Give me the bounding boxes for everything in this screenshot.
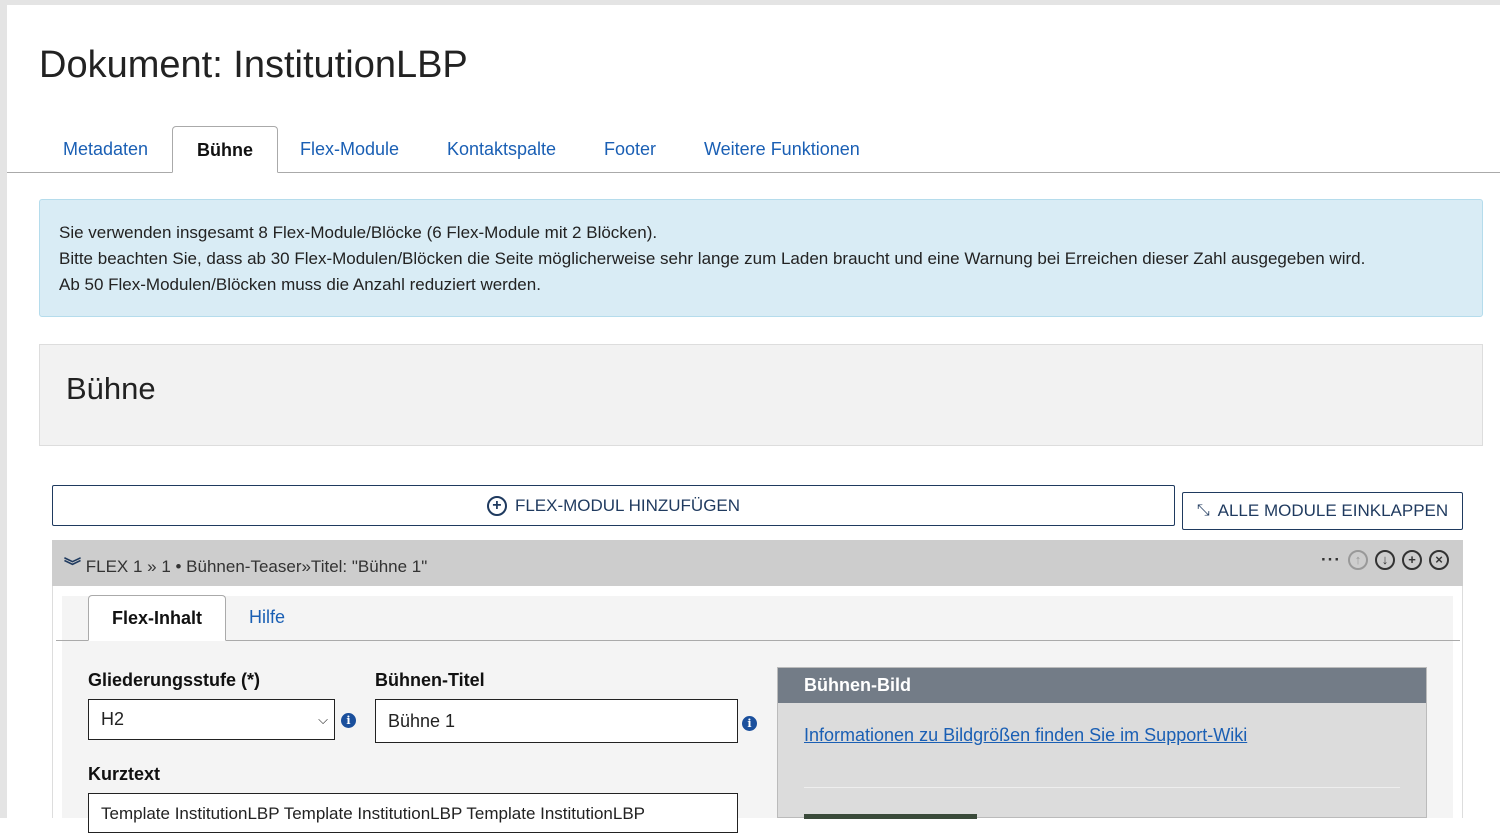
select-value: H2 (101, 709, 125, 729)
tab-footer[interactable]: Footer (580, 126, 680, 173)
gliederung-label: Gliederungsstufe (*) (88, 670, 261, 690)
chevron-double-down-icon[interactable]: ︾ (64, 557, 81, 576)
tab-weitere-funktionen[interactable]: Weitere Funktionen (680, 126, 884, 173)
chevron-down-icon: ⌵ (318, 711, 328, 727)
image-thumbnail[interactable] (804, 814, 977, 819)
tab-metadaten[interactable]: Metadaten (39, 126, 172, 173)
kurztext-input[interactable]: Template InstitutionLBP Template Institu… (88, 793, 738, 833)
page-title: Dokument: InstitutionLBP (39, 44, 468, 86)
flex-module-title: FLEX 1 » 1 • Bühnen-Teaser»Titel: "Bühne… (85, 557, 428, 576)
tab-bar: Metadaten Bühne Flex-Module Kontaktspalt… (7, 126, 1500, 173)
info-line: Ab 50 Flex-Modulen/Blöcken muss die Anza… (59, 275, 541, 294)
add-icon[interactable]: + (1402, 550, 1422, 570)
move-down-icon[interactable]: ↓ (1375, 550, 1395, 570)
more-icon[interactable]: ··· (1321, 550, 1341, 570)
section-panel: Bühne (39, 344, 1483, 446)
remove-icon[interactable]: × (1429, 550, 1449, 570)
left-bar (0, 0, 7, 818)
info-icon[interactable]: i (341, 713, 356, 728)
collapse-icon: ⤡ (1196, 502, 1210, 519)
move-up-icon: ↑ (1348, 550, 1368, 570)
add-flex-module-button[interactable]: + FLEX-MODUL HINZUFÜGEN (52, 485, 1175, 526)
info-icon[interactable]: i (742, 716, 757, 731)
info-line: Bitte beachten Sie, dass ab 30 Flex-Modu… (59, 249, 1366, 268)
tab-buehne[interactable]: Bühne (172, 126, 278, 173)
add-button-label: FLEX-MODUL HINZUFÜGEN (514, 495, 741, 515)
titel-input[interactable]: Bühne 1 (375, 699, 738, 743)
top-bar (0, 0, 1500, 5)
flex-tab-bar: Flex-Inhalt Hilfe (56, 595, 1460, 641)
flex-module-header[interactable]: ︾ FLEX 1 » 1 • Bühnen-Teaser»Titel: "Büh… (52, 540, 1463, 586)
kurztext-label: Kurztext (88, 764, 161, 784)
buehnen-bild-panel: Bühnen-Bild Informationen zu Bildgrößen … (777, 667, 1427, 819)
plus-circle-icon: + (486, 495, 507, 516)
info-alert: Sie verwenden insgesamt 8 Flex-Module/Bl… (39, 199, 1483, 317)
support-wiki-link[interactable]: Informationen zu Bildgrößen finden Sie i… (804, 725, 1247, 746)
divider (804, 787, 1400, 788)
collapse-all-button[interactable]: ⤡ ALLE MODULE EINKLAPPEN (1182, 492, 1463, 530)
gliederung-select[interactable]: H2 ⌵ (88, 699, 335, 740)
section-title: Bühne (66, 371, 156, 406)
collapse-button-label: ALLE MODULE EINKLAPPEN (1217, 501, 1449, 520)
info-line: Sie verwenden insgesamt 8 Flex-Module/Bl… (59, 223, 658, 242)
tab-flex-inhalt[interactable]: Flex-Inhalt (88, 595, 227, 641)
tab-flex-module[interactable]: Flex-Module (276, 126, 423, 173)
tab-kontaktspalte[interactable]: Kontaktspalte (423, 126, 580, 173)
tab-hilfe[interactable]: Hilfe (226, 595, 308, 641)
titel-label: Bühnen-Titel (375, 670, 485, 690)
bild-header: Bühnen-Bild (778, 668, 1426, 703)
